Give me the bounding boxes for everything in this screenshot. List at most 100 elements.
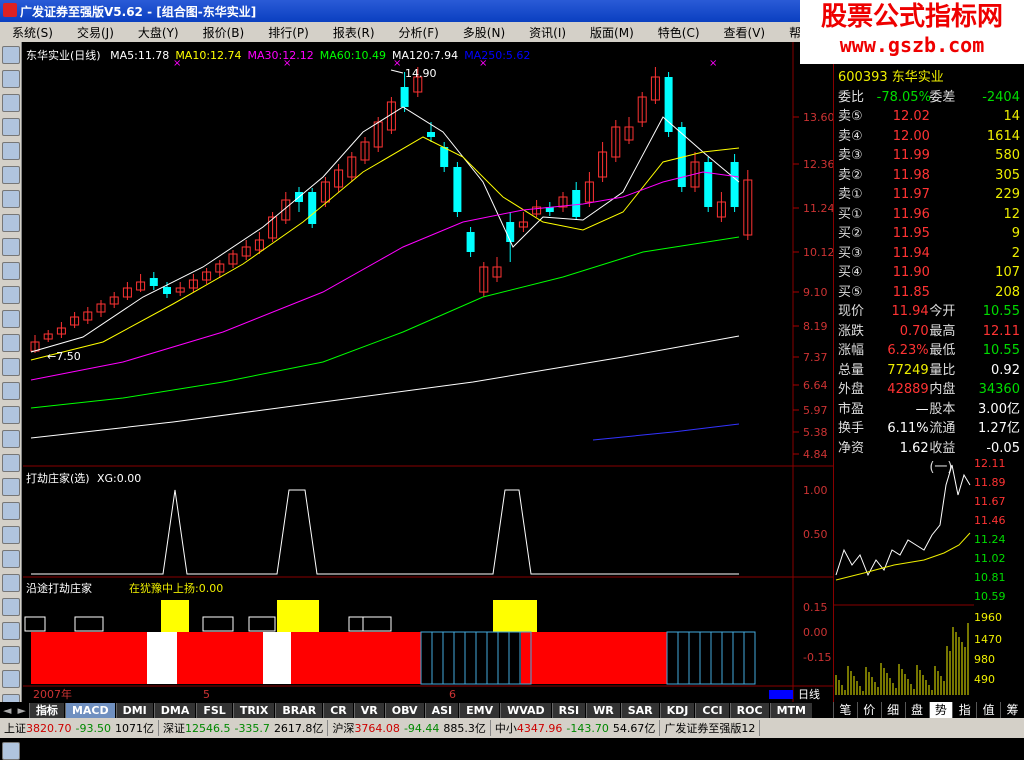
- sell-row[interactable]: 卖⑤ 12.02 14: [834, 107, 1024, 127]
- y-tick-label: 4.84: [803, 448, 828, 461]
- order-volume: 580: [995, 148, 1020, 163]
- indicator-tab[interactable]: ROC: [729, 702, 769, 718]
- toolbar-button[interactable]: [2, 598, 20, 616]
- indicator-tab[interactable]: FSL: [196, 702, 232, 718]
- indicator1-y-tick: 1.00: [803, 484, 828, 497]
- toolbar-button[interactable]: [2, 622, 20, 640]
- quote-tab[interactable]: 盘: [904, 702, 929, 718]
- toolbar-button[interactable]: [2, 646, 20, 664]
- indicator-tab[interactable]: WVAD: [500, 702, 551, 718]
- buy-row[interactable]: 买① 11.96 12: [834, 205, 1024, 225]
- toolbar-button[interactable]: [2, 118, 20, 136]
- buy-row[interactable]: 买③ 11.94 2: [834, 244, 1024, 264]
- indicator-tab[interactable]: BRAR: [275, 702, 323, 718]
- indicator-tab[interactable]: KDJ: [659, 702, 695, 718]
- buy-row[interactable]: 买② 11.95 9: [834, 224, 1024, 244]
- kline-chart[interactable]: 13.60 12.36 11.24 10.12 9.10 8.19 7.37 6.64 5.97…: [23, 42, 835, 702]
- indicator-tab[interactable]: TRIX: [232, 702, 275, 718]
- toolbar-button[interactable]: [2, 550, 20, 568]
- toolbar-button[interactable]: [2, 142, 20, 160]
- toolbar-button[interactable]: [2, 70, 20, 88]
- sell-row[interactable]: 卖③ 11.99 580: [834, 146, 1024, 166]
- toolbar-button[interactable]: [2, 526, 20, 544]
- menu-item[interactable]: 分析(F): [387, 24, 451, 41]
- toolbar-button[interactable]: [2, 406, 20, 424]
- toolbar-button[interactable]: [2, 334, 20, 352]
- toolbar-button[interactable]: [2, 94, 20, 112]
- sell-row[interactable]: 卖① 11.97 229: [834, 185, 1024, 205]
- sell-row[interactable]: 卖④ 12.00 1614: [834, 127, 1024, 147]
- toolbar-button[interactable]: [2, 478, 20, 496]
- sell-row[interactable]: 卖② 11.98 305: [834, 166, 1024, 186]
- indicator-tab[interactable]: CCI: [695, 702, 729, 718]
- toolbar-button[interactable]: [2, 190, 20, 208]
- order-volume: 107: [995, 265, 1020, 280]
- toolbar-button[interactable]: [2, 238, 20, 256]
- order-price: 11.94: [892, 245, 930, 261]
- quote-tab[interactable]: 筹: [1000, 702, 1024, 718]
- tab-scroll-left-icon[interactable]: ◄: [0, 704, 14, 717]
- ma30-line: [30, 171, 740, 381]
- quote-tab[interactable]: 价: [856, 702, 881, 718]
- quote-tab[interactable]: 指: [952, 702, 976, 718]
- indicator-tab[interactable]: ASI: [424, 702, 459, 718]
- toolbar-button[interactable]: [2, 454, 20, 472]
- quote-label: 股本: [929, 401, 956, 417]
- quote-tab[interactable]: 势: [928, 702, 953, 718]
- toolbar-button[interactable]: [2, 214, 20, 232]
- index-status[interactable]: 上证3820.70 -93.50 1071亿: [0, 720, 159, 736]
- indicator-tab[interactable]: 指标: [28, 702, 64, 718]
- ma-label: MA60:10.49: [319, 49, 386, 62]
- toolbar-button[interactable]: [2, 742, 20, 760]
- toolbar-button[interactable]: [2, 286, 20, 304]
- menu-item[interactable]: 查看(V): [712, 24, 778, 41]
- toolbar-button[interactable]: [2, 574, 20, 592]
- toolbar-button[interactable]: [2, 46, 20, 64]
- indicator-tab[interactable]: SAR: [620, 702, 659, 718]
- buy-row[interactable]: 买⑤ 11.85 208: [834, 283, 1024, 303]
- menu-item[interactable]: 多股(N): [451, 24, 517, 41]
- toolbar-button[interactable]: [2, 358, 20, 376]
- quote-tab[interactable]: 笔: [833, 702, 857, 718]
- index-status[interactable]: 沪深3764.08 -94.44 885.3亿: [328, 720, 491, 736]
- menu-item[interactable]: 资讯(I): [517, 24, 578, 41]
- intraday-price-tick: 11.67: [974, 495, 1006, 508]
- menu-item[interactable]: 版面(M): [578, 24, 646, 41]
- indicator-tab[interactable]: WR: [586, 702, 620, 718]
- indicator-tab[interactable]: DMI: [115, 702, 153, 718]
- toolbar-button[interactable]: [2, 430, 20, 448]
- indicator-tab[interactable]: DMA: [153, 702, 196, 718]
- indicator-tab[interactable]: MACD: [64, 702, 115, 718]
- chart-area[interactable]: 13.60 12.36 11.24 10.12 9.10 8.19 7.37 6.64 5.97…: [23, 42, 835, 702]
- quote-tab[interactable]: 值: [976, 702, 1000, 718]
- menu-item[interactable]: 报表(R): [321, 24, 387, 41]
- indicator-tab[interactable]: EMV: [459, 702, 500, 718]
- intraday-price-tick: 11.46: [974, 514, 1006, 527]
- toolbar-button[interactable]: [2, 262, 20, 280]
- order-label: 卖①: [838, 187, 863, 202]
- menu-item[interactable]: 系统(S): [0, 24, 65, 41]
- indicator-tab[interactable]: CR: [323, 702, 353, 718]
- indicator-tab[interactable]: RSI: [551, 702, 586, 718]
- toolbar-button[interactable]: [2, 502, 20, 520]
- tab-scroll-right-icon[interactable]: ►: [14, 704, 28, 717]
- buy-row[interactable]: 买④ 11.90 107: [834, 263, 1024, 283]
- menu-item[interactable]: 交易(J): [65, 24, 126, 41]
- indicator-tab[interactable]: MTM: [769, 702, 812, 718]
- toolbar-button[interactable]: [2, 310, 20, 328]
- quote-row: 市盈 — 股本 3.00亿: [834, 400, 1024, 420]
- order-label: 买⑤: [838, 284, 863, 300]
- quote-tab[interactable]: 细: [880, 702, 905, 718]
- toolbar-button[interactable]: [2, 670, 20, 688]
- index-status[interactable]: 中小4347.96 -143.70 54.67亿: [491, 720, 661, 736]
- indicator-tab[interactable]: OBV: [384, 702, 424, 718]
- menu-item[interactable]: 大盘(Y): [126, 24, 191, 41]
- indicator-tab[interactable]: VR: [353, 702, 384, 718]
- toolbar-button[interactable]: [2, 382, 20, 400]
- menu-item[interactable]: 特色(C): [646, 24, 712, 41]
- menu-item[interactable]: 排行(P): [256, 24, 321, 41]
- intraday-chart[interactable]: 12.11 11.89 11.67 11.46 11.24 11.02 10.81 10.59…: [834, 455, 1024, 700]
- menu-item[interactable]: 报价(B): [191, 24, 257, 41]
- index-status[interactable]: 深证12546.5 -335.7 2617.8亿: [159, 720, 329, 736]
- toolbar-button[interactable]: [2, 166, 20, 184]
